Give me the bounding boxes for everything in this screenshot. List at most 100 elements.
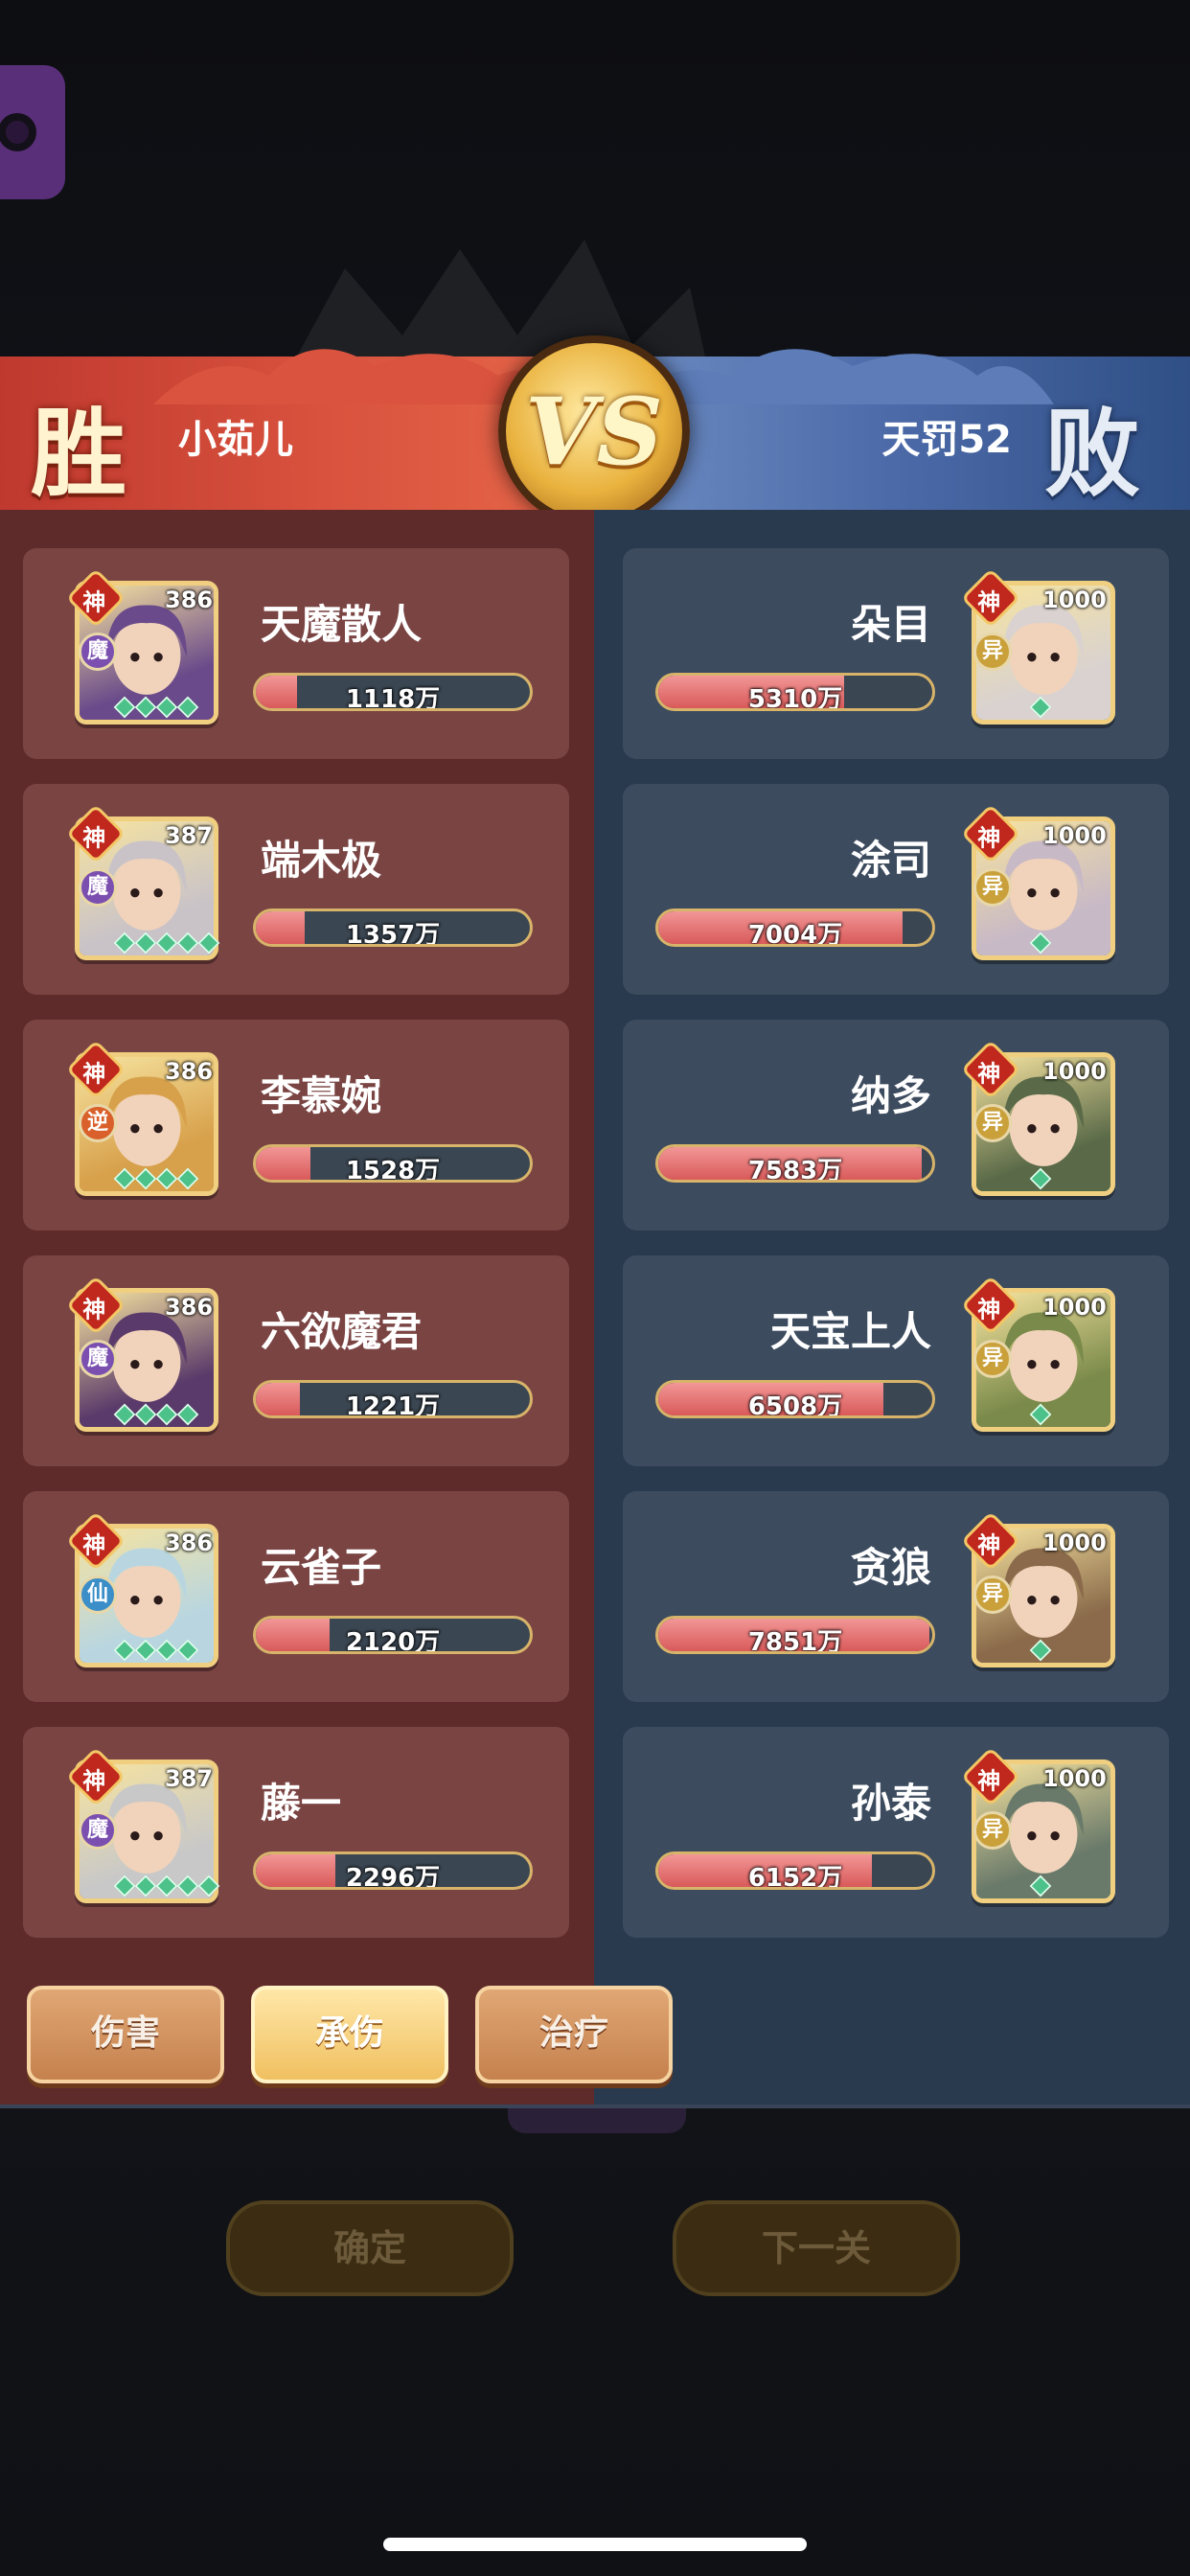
hero-name: 涂司 <box>850 837 931 884</box>
vs-text: VS <box>525 378 663 486</box>
star-icon <box>1029 1167 1052 1190</box>
hero-level: 1000 <box>1042 1530 1107 1556</box>
win-label: 胜 <box>31 397 126 510</box>
stat-value: 6152万 <box>747 1864 843 1890</box>
rank-badge-label: 神 <box>82 1060 106 1088</box>
rank-badge-label: 神 <box>977 1531 1001 1559</box>
stat-value: 2120万 <box>345 1628 441 1654</box>
rank-badge-label: 神 <box>82 1296 106 1323</box>
star-icon <box>134 1403 157 1426</box>
tab-healing[interactable]: 治疗 <box>475 1986 673 2083</box>
left-hero-card[interactable]: 神逆 386 李慕婉 1528万 <box>23 1020 569 1230</box>
star-rating <box>1029 932 1052 954</box>
hero-level: 1000 <box>1042 586 1107 613</box>
star-icon <box>1029 696 1052 719</box>
star-icon <box>197 1874 220 1898</box>
star-icon <box>176 932 199 954</box>
stat-value: 2296万 <box>345 1864 441 1890</box>
star-icon <box>197 932 220 954</box>
star-rating <box>113 696 199 719</box>
star-icon <box>155 696 178 719</box>
left-hero-card[interactable]: 神魔 387 藤一 2296万 <box>23 1727 569 1938</box>
rank-badge-label: 神 <box>977 1296 1001 1323</box>
rank-badge-label: 神 <box>977 1060 1001 1088</box>
stat-bar: 5310万 <box>655 673 935 711</box>
faction-badge: 异 <box>973 1811 1012 1850</box>
rank-badge-label: 神 <box>977 1767 1001 1795</box>
stat-value: 1118万 <box>345 685 441 711</box>
star-rating <box>113 1403 199 1426</box>
stat-bar: 2296万 <box>253 1852 533 1890</box>
hero-name: 六欲魔君 <box>261 1308 423 1355</box>
hero-level: 1000 <box>1042 1294 1107 1321</box>
left-hero-card[interactable]: 神魔 386 天魔散人 1118万 <box>23 548 569 759</box>
hero-name: 纳多 <box>850 1072 931 1119</box>
right-hero-card[interactable]: 神异 1000 贪狼 7851万 <box>623 1491 1169 1702</box>
lose-label: 败 <box>1044 397 1140 510</box>
hero-level: 1000 <box>1042 1058 1107 1085</box>
rank-badge-label: 神 <box>977 824 1001 852</box>
hero-level: 1000 <box>1042 822 1107 849</box>
star-icon <box>134 1167 157 1190</box>
stat-bar: 6508万 <box>655 1380 935 1418</box>
faction-badge: 异 <box>973 1576 1012 1614</box>
left-hero-card[interactable]: 神仙 386 云雀子 2120万 <box>23 1491 569 1702</box>
rank-badge-label: 神 <box>82 588 106 616</box>
hero-name: 藤一 <box>261 1780 342 1827</box>
star-icon <box>134 1874 157 1898</box>
rank-badge-label: 神 <box>82 1531 106 1559</box>
hero-name: 天魔散人 <box>261 601 423 648</box>
star-icon <box>113 1639 136 1662</box>
hero-level: 386 <box>165 1294 214 1321</box>
star-icon <box>1029 1403 1052 1426</box>
right-hero-card[interactable]: 神异 1000 天宝上人 6508万 <box>623 1255 1169 1466</box>
faction-badge: 魔 <box>79 632 117 671</box>
rank-badge-label: 神 <box>82 824 106 852</box>
right-hero-card[interactable]: 神异 1000 纳多 7583万 <box>623 1020 1169 1230</box>
left-hero-card[interactable]: 神魔 387 端木极 1357万 <box>23 784 569 995</box>
star-icon <box>1029 1639 1052 1662</box>
hero-level: 386 <box>165 1530 214 1556</box>
star-icon <box>134 932 157 954</box>
tab-damage-taken[interactable]: 承伤 <box>251 1986 448 2083</box>
stat-bar: 1528万 <box>253 1144 533 1183</box>
confirm-button[interactable]: 确定 <box>226 2200 514 2296</box>
stat-bar: 7004万 <box>655 908 935 947</box>
right-hero-card[interactable]: 神异 1000 朵目 5310万 <box>623 548 1169 759</box>
star-rating <box>113 1639 199 1662</box>
stat-value: 5310万 <box>747 685 843 711</box>
star-icon <box>155 1639 178 1662</box>
faction-badge: 魔 <box>79 868 117 907</box>
dimmed-element <box>508 2108 686 2133</box>
stat-value: 7851万 <box>747 1628 843 1654</box>
right-hero-card[interactable]: 神异 1000 孙泰 6152万 <box>623 1727 1169 1938</box>
star-icon <box>176 696 199 719</box>
stat-bar: 1221万 <box>253 1380 533 1418</box>
star-icon <box>1029 1874 1052 1898</box>
stat-bar: 2120万 <box>253 1616 533 1654</box>
side-menu-tab[interactable] <box>0 65 65 199</box>
right-hero-card[interactable]: 神异 1000 涂司 7004万 <box>623 784 1169 995</box>
rank-badge-label: 神 <box>82 1767 106 1795</box>
stat-bar: 1118万 <box>253 673 533 711</box>
hero-level: 387 <box>165 1765 214 1792</box>
left-hero-card[interactable]: 神魔 386 六欲魔君 1221万 <box>23 1255 569 1466</box>
stat-bar: 6152万 <box>655 1852 935 1890</box>
faction-badge: 异 <box>973 632 1012 671</box>
faction-badge: 仙 <box>79 1576 117 1614</box>
hero-name: 孙泰 <box>850 1780 931 1827</box>
star-icon <box>134 1639 157 1662</box>
stat-bar: 1357万 <box>253 908 533 947</box>
battle-result-banner: 胜 小茹儿 天罚52 败 VS <box>0 335 1190 527</box>
star-icon <box>176 1639 199 1662</box>
star-icon <box>1029 932 1052 954</box>
star-rating <box>113 932 220 954</box>
next-level-button[interactable]: 下一关 <box>673 2200 960 2296</box>
player-name-right: 天罚52 <box>881 418 1012 462</box>
tab-damage[interactable]: 伤害 <box>27 1986 224 2083</box>
star-rating <box>1029 1639 1052 1662</box>
star-icon <box>155 1167 178 1190</box>
faction-badge: 异 <box>973 1104 1012 1142</box>
hero-name: 天宝上人 <box>769 1308 931 1355</box>
star-rating <box>113 1167 199 1190</box>
